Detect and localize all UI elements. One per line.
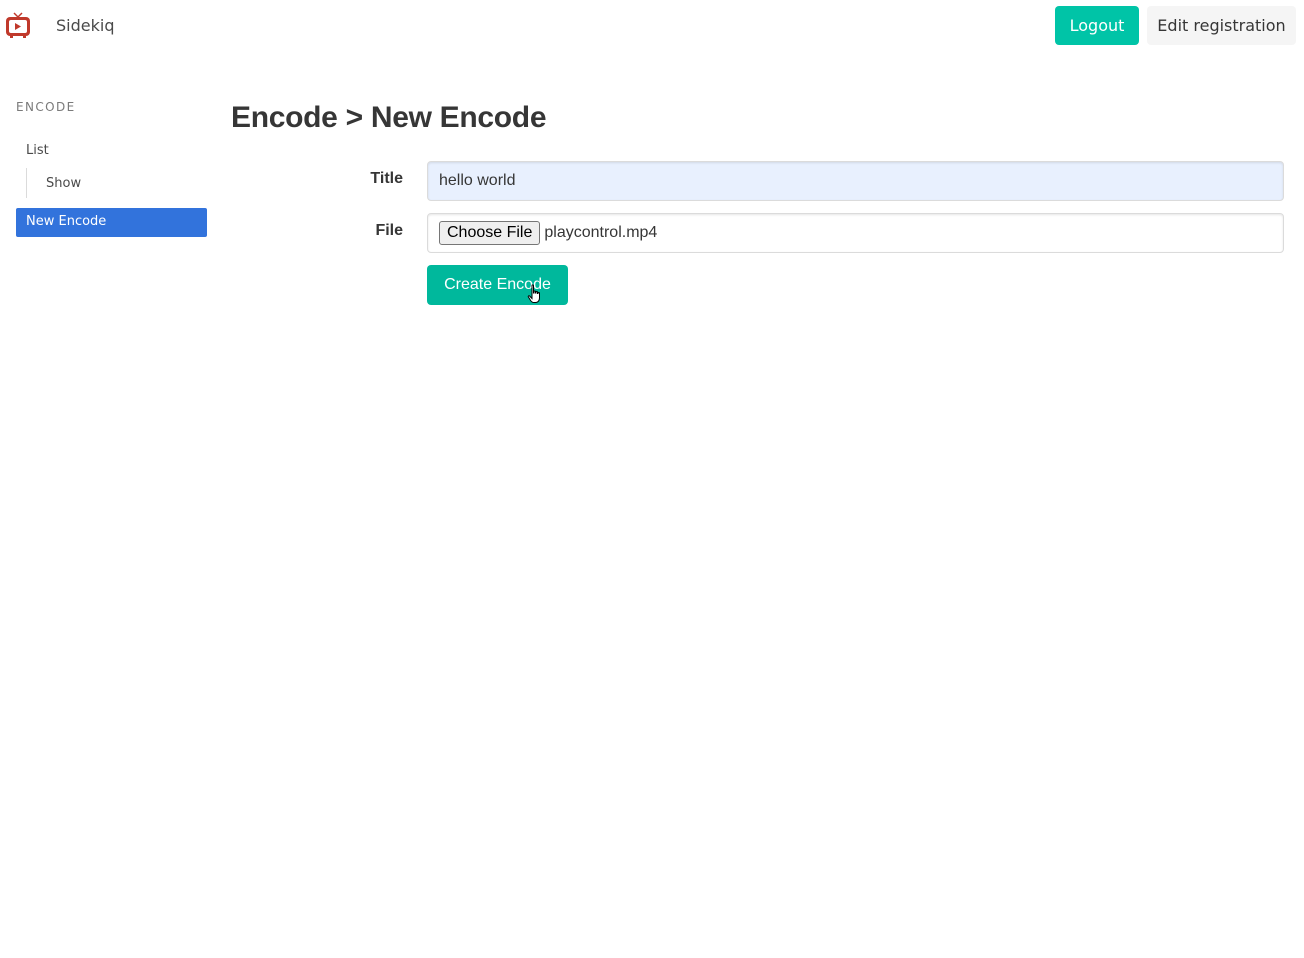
selected-file-name: playcontrol.mp4 <box>544 224 658 241</box>
title-input[interactable] <box>427 161 1284 201</box>
brand-name[interactable]: Sidekiq <box>56 16 114 35</box>
sidebar-item-show[interactable]: Show <box>37 170 90 197</box>
navbar: Sidekiq Logout Edit registration <box>0 0 1304 52</box>
edit-registration-button[interactable]: Edit registration <box>1147 6 1296 45</box>
tv-play-icon[interactable] <box>4 11 32 39</box>
sidebar: ENCODE List Show New Encode <box>16 100 207 237</box>
page-title: Encode > New Encode <box>231 101 547 134</box>
sidebar-item-new-encode[interactable]: New Encode <box>16 208 207 237</box>
sidebar-item-list[interactable]: List <box>16 137 207 164</box>
file-field-label: File <box>375 222 403 239</box>
choose-file-button[interactable]: Choose File <box>439 221 541 245</box>
title-field-label: Title <box>370 170 403 187</box>
file-input[interactable]: Choose File playcontrol.mp4 <box>427 213 1284 253</box>
logout-button[interactable]: Logout <box>1055 6 1139 45</box>
sidebar-submenu: Show <box>26 168 207 198</box>
create-encode-button[interactable]: Create Encode <box>427 265 568 305</box>
hand-pointer-cursor-icon <box>527 284 540 303</box>
sidebar-menu: List Show New Encode <box>16 137 207 237</box>
sidebar-section-label: ENCODE <box>16 100 76 114</box>
